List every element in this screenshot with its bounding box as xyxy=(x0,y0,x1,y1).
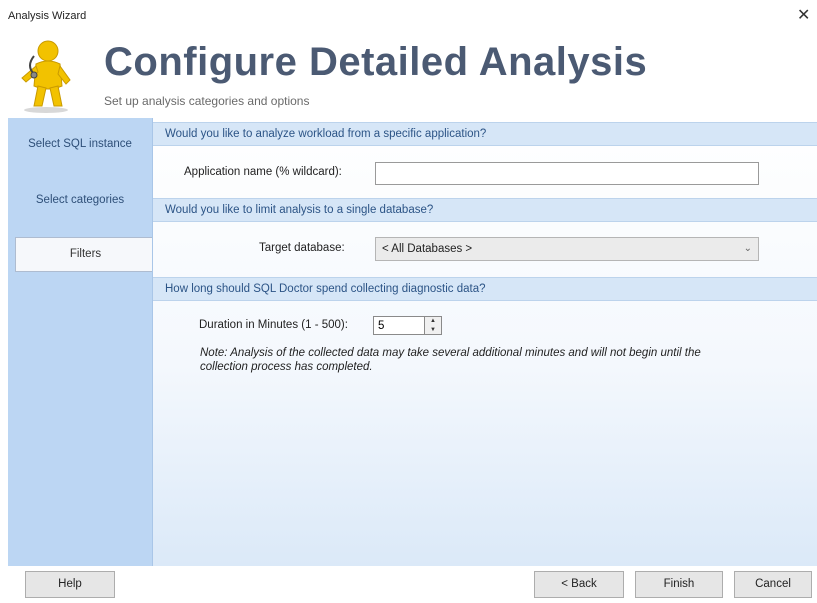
target-database-value: < All Databases > xyxy=(382,243,473,255)
duration-spinner: ▲ ▼ xyxy=(425,316,442,335)
application-name-input[interactable] xyxy=(375,162,759,185)
window-title: Analysis Wizard xyxy=(8,10,87,22)
wizard-mascot-icon xyxy=(21,40,71,113)
sidebar-item-select-categories[interactable]: Select categories xyxy=(8,194,152,206)
close-icon[interactable]: ✕ xyxy=(797,8,810,24)
help-button[interactable]: Help xyxy=(25,571,115,598)
duration-note: Note: Analysis of the collected data may… xyxy=(200,347,701,373)
cancel-button[interactable]: Cancel xyxy=(734,571,812,598)
duration-input[interactable] xyxy=(373,316,425,335)
section-header-duration: How long should SQL Doctor spend collect… xyxy=(153,277,817,301)
back-button[interactable]: < Back xyxy=(534,571,624,598)
filters-panel xyxy=(152,118,817,566)
section-header-database: Would you like to limit analysis to a si… xyxy=(153,198,817,222)
page-subtitle: Set up analysis categories and options xyxy=(104,94,310,108)
chevron-down-icon: ⌄ xyxy=(743,243,752,254)
target-database-select[interactable]: < All Databases > ⌄ xyxy=(375,237,759,261)
duration-label: Duration in Minutes (1 - 500): xyxy=(199,319,348,331)
sidebar-item-filters[interactable]: Filters xyxy=(15,237,156,272)
wizard-steps-sidebar: Select SQL instance Select categories Fi… xyxy=(8,118,156,566)
sidebar-item-select-sql-instance[interactable]: Select SQL instance xyxy=(8,138,152,150)
target-database-label: Target database: xyxy=(259,242,345,254)
section-header-application: Would you like to analyze workload from … xyxy=(153,122,817,146)
finish-button[interactable]: Finish xyxy=(635,571,723,598)
page-title: Configure Detailed Analysis xyxy=(104,40,648,84)
spin-down-icon[interactable]: ▼ xyxy=(425,326,441,335)
application-name-label: Application name (% wildcard): xyxy=(184,166,342,178)
spin-up-icon[interactable]: ▲ xyxy=(425,317,441,326)
